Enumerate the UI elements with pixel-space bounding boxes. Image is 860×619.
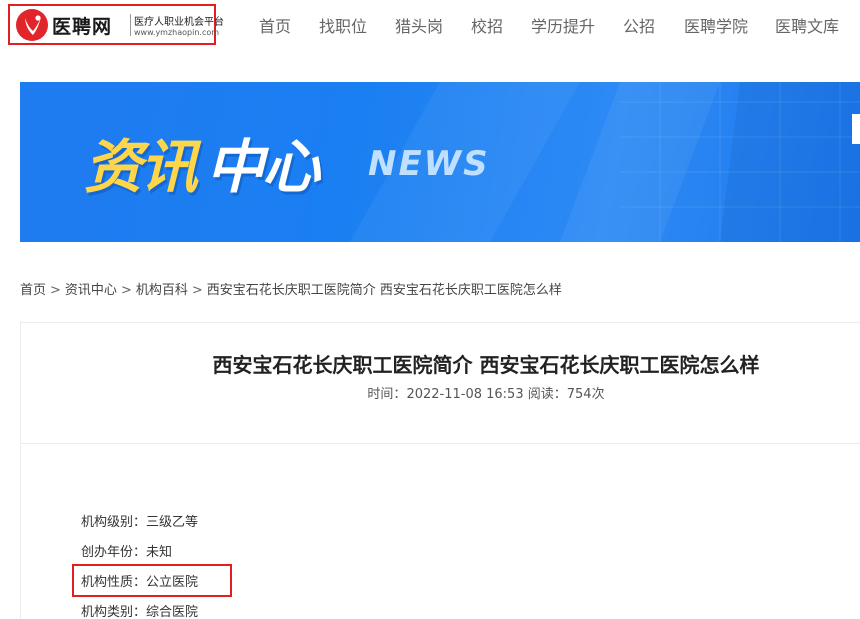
article-header: 西安宝石花长庆职工医院简介 西安宝石花长庆职工医院怎么样 时间：2022-11-… <box>21 323 860 444</box>
nav-item-home[interactable]: 首页 <box>259 13 291 37</box>
nav-item-headhunter[interactable]: 猎头岗 <box>395 13 443 37</box>
info-label: 机构级别： <box>81 515 147 530</box>
banner-corner-mark <box>852 114 860 144</box>
nav-item-campus[interactable]: 校招 <box>471 13 503 37</box>
breadcrumb-home[interactable]: 首页 <box>20 283 46 298</box>
meta-time: 2022-11-08 16:53 <box>406 387 524 402</box>
info-value: 综合医院 <box>146 605 199 619</box>
info-row-level: 机构级别：三级乙等 <box>81 511 198 530</box>
info-value: 未知 <box>146 545 173 560</box>
site-logo[interactable]: 医聘网 医疗人职业机会平台 www.ymzhaopin.com <box>8 4 224 45</box>
info-label: 创办年份： <box>81 545 147 560</box>
logo-tagline: 医疗人职业机会平台 <box>134 17 224 28</box>
info-label: 机构类别： <box>81 605 147 619</box>
breadcrumb-separator: > <box>191 283 203 298</box>
nav-item-education[interactable]: 学历提升 <box>531 13 595 37</box>
nav-item-library[interactable]: 医聘文库 <box>775 13 839 37</box>
meta-read-count: 754次 <box>566 387 605 402</box>
logo-divider <box>130 14 131 36</box>
news-banner: 资讯 中心 NEWS <box>20 82 860 242</box>
nav-item-public-recruit[interactable]: 公招 <box>623 13 655 37</box>
breadcrumb-institutions[interactable]: 机构百科 <box>136 283 188 298</box>
logo-name: 医聘网 <box>52 16 113 38</box>
site-header: 医聘网 医疗人职业机会平台 www.ymzhaopin.com 首页 找职位 猎… <box>0 0 860 48</box>
info-row-category: 机构类别：综合医院 <box>81 601 198 619</box>
logo-url: www.ymzhaopin.com <box>134 28 220 37</box>
article-title: 西安宝石花长庆职工医院简介 西安宝石花长庆职工医院怎么样 <box>212 353 760 377</box>
banner-subtitle: NEWS <box>368 144 490 184</box>
breadcrumb-separator: > <box>50 283 61 298</box>
breadcrumb-news-center[interactable]: 资讯中心 <box>65 283 117 298</box>
article-meta: 时间：2022-11-08 16:53 阅读：754次 <box>21 383 860 402</box>
nav-item-academy[interactable]: 医聘学院 <box>684 13 748 37</box>
nav-item-find-jobs[interactable]: 找职位 <box>319 13 367 37</box>
meta-read-label: 阅读： <box>527 387 567 402</box>
breadcrumb-current: 西安宝石花长庆职工医院简介 西安宝石花长庆职工医院怎么样 <box>206 283 562 298</box>
info-value: 三级乙等 <box>146 515 199 530</box>
breadcrumb-separator: > <box>120 283 132 298</box>
breadcrumb: 首页 > 资讯中心 > 机构百科 > 西安宝石花长庆职工医院简介 西安宝石花长庆职工医院怎么… <box>20 279 562 298</box>
meta-time-label: 时间： <box>367 387 407 402</box>
banner-title-part1: 资讯 <box>84 133 198 201</box>
banner-title-part2: 中心 <box>206 133 320 201</box>
info-row-founded: 创办年份：未知 <box>81 541 172 560</box>
highlight-annotation <box>72 564 232 597</box>
logo-mark-icon <box>16 9 48 41</box>
article-card: 西安宝石花长庆职工医院简介 西安宝石花长庆职工医院怎么样 时间：2022-11-… <box>20 322 860 619</box>
